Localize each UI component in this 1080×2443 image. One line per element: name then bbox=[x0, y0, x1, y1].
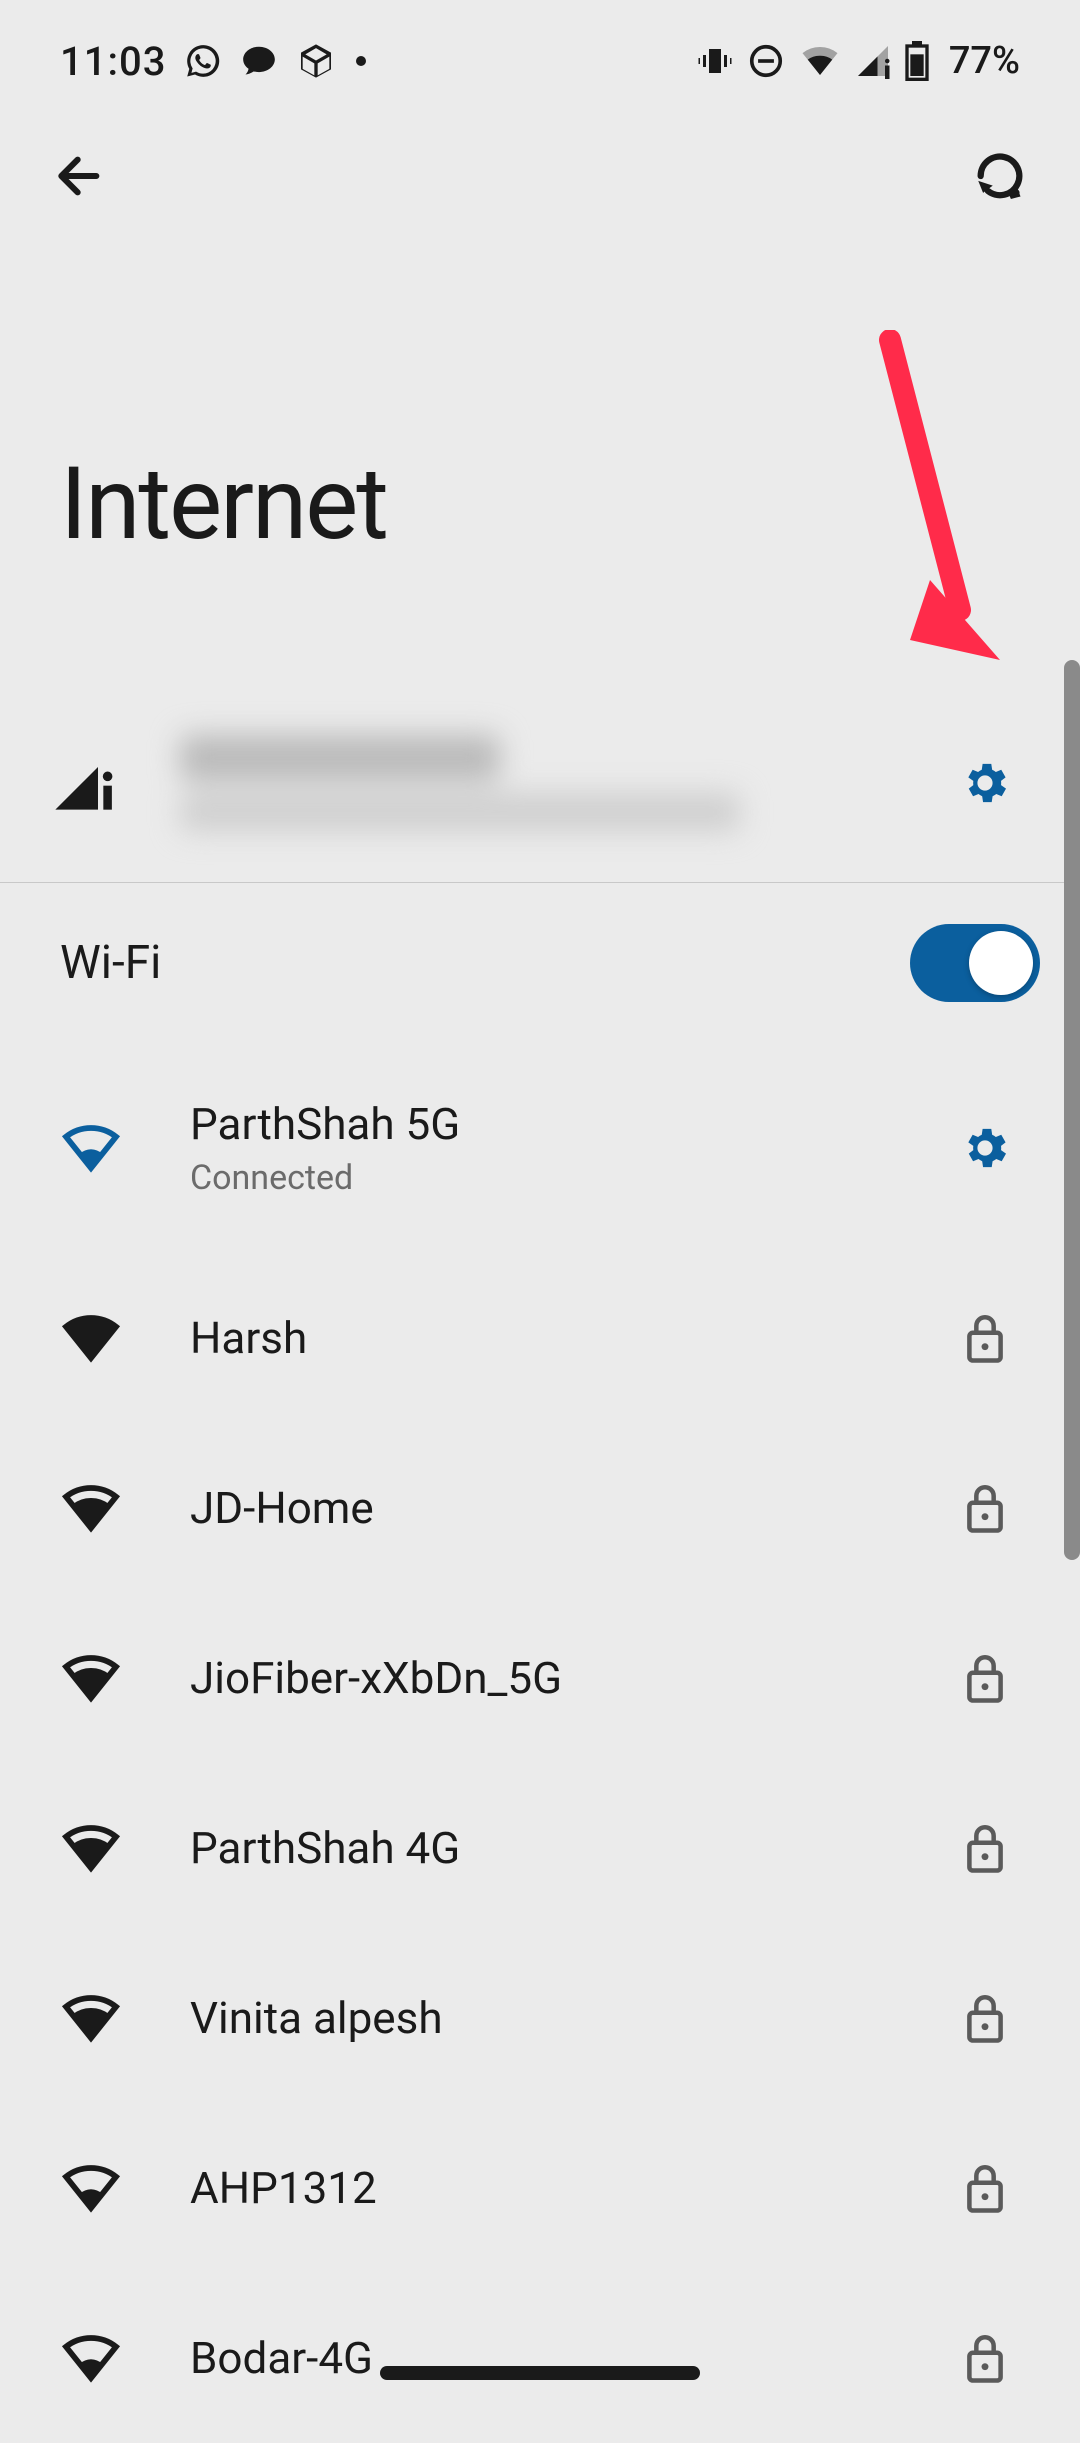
wifi-network-name: AHP1312 bbox=[190, 2162, 950, 2214]
lock-icon bbox=[950, 1822, 1020, 1874]
status-time: 11:03 bbox=[60, 38, 166, 85]
wifi-network-name: ParthShah 5G bbox=[190, 1098, 950, 1150]
back-button[interactable] bbox=[40, 136, 120, 216]
dot-icon bbox=[354, 54, 368, 68]
wifi-label: Wi-Fi bbox=[60, 936, 161, 990]
mobile-network-text bbox=[140, 735, 950, 831]
wifi-status-icon bbox=[799, 43, 841, 79]
wifi-network-name: JD-Home bbox=[190, 1482, 950, 1534]
wifi-network-row[interactable]: ParthShah 4G bbox=[0, 1763, 1080, 1933]
wifi-network-row[interactable]: JioFiber-xXbDn_5G bbox=[0, 1593, 1080, 1763]
wifi-network-name: ParthShah 4G bbox=[190, 1822, 950, 1874]
wifi-signal-icon bbox=[60, 1653, 190, 1703]
wifi-network-name: JioFiber-xXbDn_5G bbox=[190, 1652, 950, 1704]
wifi-signal-icon bbox=[60, 2333, 190, 2383]
app-bar bbox=[0, 96, 1080, 216]
wifi-signal-icon bbox=[60, 1313, 190, 1363]
package-icon bbox=[296, 41, 336, 81]
wifi-toggle-row: Wi-Fi bbox=[0, 883, 1080, 1043]
wifi-signal-icon bbox=[60, 1123, 190, 1173]
wifi-network-name: Vinita alpesh bbox=[190, 1992, 950, 2044]
wifi-settings-button[interactable] bbox=[950, 1122, 1020, 1174]
reset-wifi-button[interactable] bbox=[960, 136, 1040, 216]
wifi-network-status: Connected bbox=[190, 1158, 950, 1198]
wifi-networks-list: Harsh JD-Home JioFiber-xXbDn_5G ParthShah 4… bbox=[0, 1253, 1080, 2443]
wifi-network-row[interactable]: Vinita alpesh bbox=[0, 1933, 1080, 2103]
lock-icon bbox=[950, 2162, 1020, 2214]
vibrate-icon bbox=[697, 43, 733, 79]
wifi-network-name: Harsh bbox=[190, 1312, 950, 1364]
wifi-network-row[interactable]: Bodar-4G bbox=[0, 2273, 1080, 2443]
lock-icon bbox=[950, 1312, 1020, 1364]
page-title: Internet bbox=[0, 216, 1080, 683]
wifi-network-row[interactable]: AHP1312 bbox=[0, 2103, 1080, 2273]
wifi-network-row[interactable]: ParthShah 5G Connected bbox=[0, 1043, 1080, 1253]
wifi-signal-icon bbox=[60, 1483, 190, 1533]
cellular-status-icon bbox=[855, 43, 891, 79]
scrollbar[interactable] bbox=[1064, 660, 1080, 1560]
whatsapp-icon bbox=[184, 42, 222, 80]
lock-icon bbox=[950, 2332, 1020, 2384]
lock-icon bbox=[950, 1992, 1020, 2044]
mobile-network-row[interactable] bbox=[0, 683, 1080, 883]
gesture-bar[interactable] bbox=[380, 2366, 700, 2380]
wifi-network-row[interactable]: JD-Home bbox=[0, 1423, 1080, 1593]
cellular-icon bbox=[50, 751, 140, 815]
wifi-signal-icon bbox=[60, 1823, 190, 1873]
lock-icon bbox=[950, 1482, 1020, 1534]
battery-icon bbox=[905, 41, 929, 81]
chat-icon bbox=[240, 42, 278, 80]
mobile-settings-button[interactable] bbox=[950, 757, 1020, 809]
wifi-signal-icon bbox=[60, 1993, 190, 2043]
dnd-icon bbox=[747, 42, 785, 80]
wifi-signal-icon bbox=[60, 2163, 190, 2213]
status-bar: 11:03 77% bbox=[0, 0, 1080, 96]
wifi-network-row[interactable]: Harsh bbox=[0, 1253, 1080, 1423]
lock-icon bbox=[950, 1652, 1020, 1704]
wifi-switch[interactable] bbox=[910, 924, 1040, 1002]
battery-percent: 77% bbox=[949, 39, 1020, 83]
